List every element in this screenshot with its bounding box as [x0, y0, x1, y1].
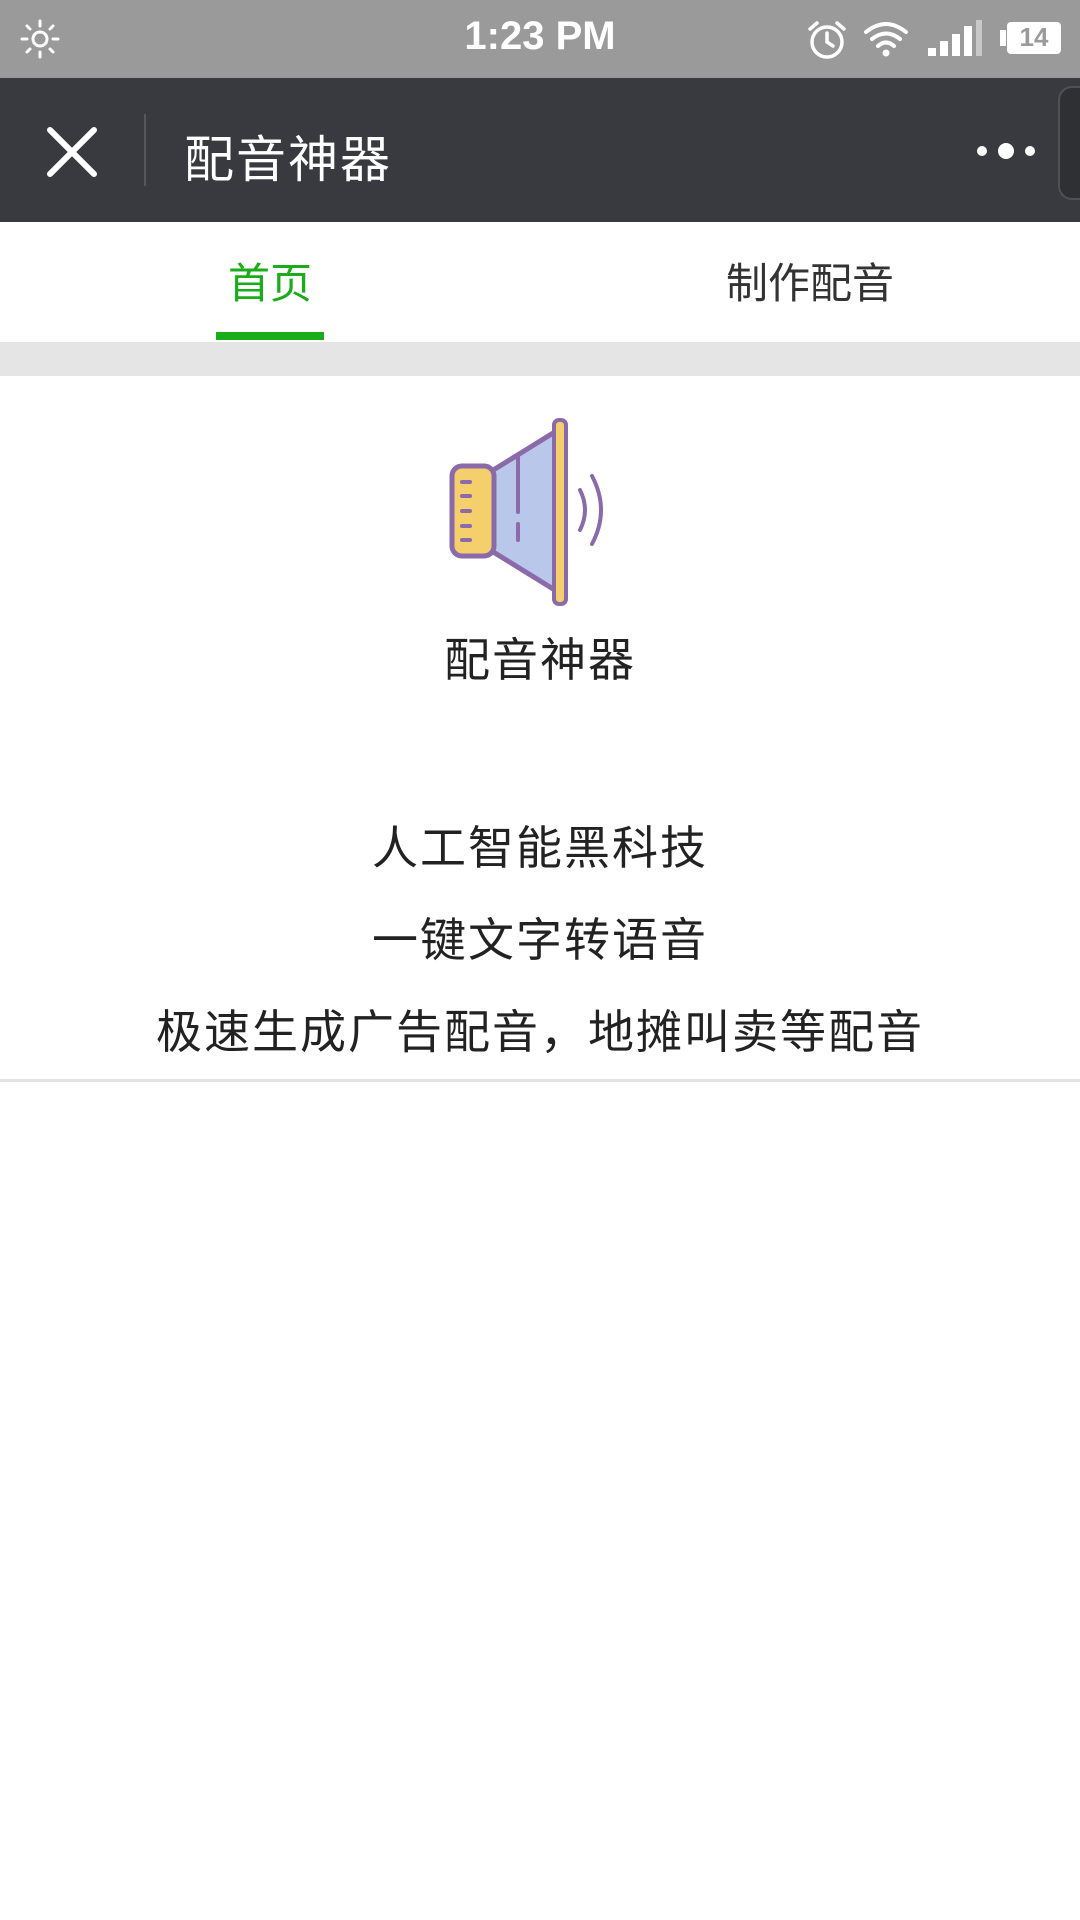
- battery-level: 14: [1019, 22, 1049, 52]
- nav-divider: [144, 114, 146, 186]
- nav-bar: 配音神器: [0, 78, 1080, 222]
- tab-make-dubbing[interactable]: 制作配音: [680, 222, 940, 342]
- tab-home[interactable]: 首页: [140, 222, 400, 342]
- alarm-icon: [808, 21, 846, 59]
- more-icon[interactable]: [976, 136, 1036, 166]
- status-bar: 1:23 PM 14: [0, 0, 1080, 78]
- wifi-icon: [864, 22, 908, 57]
- content-divider: [0, 1079, 1080, 1082]
- edge-handle[interactable]: [1058, 86, 1080, 200]
- close-icon[interactable]: [44, 124, 100, 180]
- speaker-icon: [449, 418, 603, 606]
- app-name: 配音神器: [444, 633, 636, 687]
- description-line: 人工智能黑科技: [372, 821, 708, 875]
- tab-bar: 首页 制作配音: [0, 222, 1080, 342]
- active-tab-indicator: [216, 332, 324, 340]
- description-line: 一键文字转语音: [372, 913, 708, 967]
- signal-icon: [928, 20, 982, 56]
- page-title: 配音神器: [184, 131, 392, 189]
- section-divider: [0, 342, 1080, 376]
- hero-section: 配音神器 人工智能黑科技 一键文字转语音 极速生成广告配音，地摊叫卖等配音: [0, 376, 1080, 1082]
- status-time: 1:23 PM: [464, 14, 616, 58]
- description-line: 极速生成广告配音，地摊叫卖等配音: [156, 1005, 924, 1059]
- tab-label: 首页: [227, 259, 312, 308]
- tab-label: 制作配音: [725, 259, 894, 308]
